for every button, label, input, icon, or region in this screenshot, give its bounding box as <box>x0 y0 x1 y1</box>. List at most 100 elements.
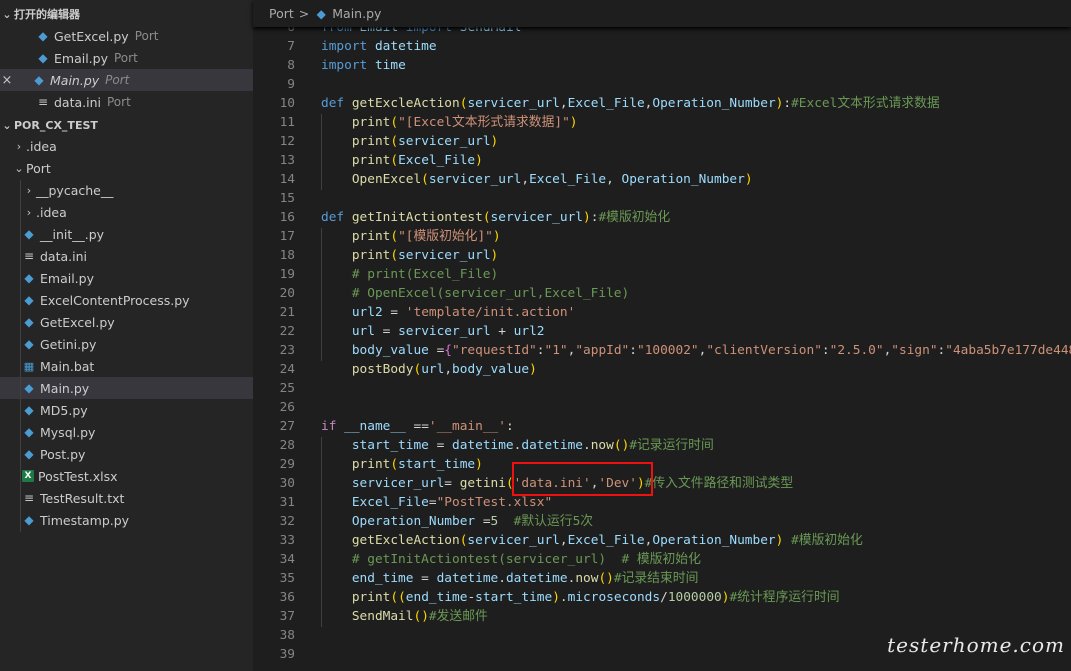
tree-item-label: Mysql.py <box>40 424 96 440</box>
indent-guide <box>321 228 322 361</box>
tree-item[interactable]: X PostTest.xlsx <box>0 465 253 487</box>
line-number: 28 <box>279 438 295 453</box>
breadcrumb: Port > ◆ Main.py <box>253 0 1071 27</box>
code-line: 25 <box>253 379 1071 398</box>
line-number: 38 <box>279 628 295 643</box>
python-file-icon: ◆ <box>34 73 44 87</box>
settings-file-icon: ≡ <box>23 249 35 263</box>
code-text: print(start_time) <box>351 457 483 472</box>
tree-item[interactable]: ◆ Timestamp.py <box>0 509 253 531</box>
tree-item[interactable]: › .idea <box>0 201 253 223</box>
line-number: 22 <box>279 324 295 339</box>
line-number: 17 <box>279 229 295 244</box>
line-number: 8 <box>287 58 295 73</box>
tree-item[interactable]: › .idea <box>0 135 253 157</box>
tree-item[interactable]: ◆ __init__.py <box>0 223 253 245</box>
line-number: 13 <box>279 153 295 168</box>
code-editor[interactable]: 6 from Email import SendMail 7 import datet… <box>253 19 1071 671</box>
open-editor-desc: Port <box>107 95 131 109</box>
tree-item-label: Post.py <box>40 446 86 462</box>
code-text: url = servicer_url + url2 <box>351 324 545 339</box>
tree-item-label: PostTest.xlsx <box>38 468 118 484</box>
chevron-right-icon: › <box>26 183 32 197</box>
tree-item[interactable]: ⌄ Port <box>0 157 253 179</box>
line-number: 11 <box>279 115 295 130</box>
line-number: 15 <box>279 191 295 206</box>
tree-item[interactable]: › __pycache__ <box>0 179 253 201</box>
code-text: print("[模版初始化]") <box>351 229 501 244</box>
tree-item-label: GetExcel.py <box>40 314 115 330</box>
code-text: def getExcleAction(servicer_url,Excel_Fi… <box>321 96 940 111</box>
tree-item-label: Email.py <box>40 270 94 286</box>
indent-guide <box>20 180 21 532</box>
open-editor-item[interactable]: × ◆ Main.py Port <box>0 69 253 91</box>
tree-item-label: ExcelContentProcess.py <box>40 292 190 308</box>
project-header[interactable]: ⌄ POR_CX_TEST <box>0 114 253 136</box>
line-number: 10 <box>279 96 295 111</box>
line-number: 30 <box>279 476 295 491</box>
open-editors-header[interactable]: ⌄ 打开的编辑器 <box>0 3 253 25</box>
python-file-icon: ◆ <box>24 227 34 241</box>
python-file-icon: ◆ <box>38 29 48 43</box>
python-file-icon: ◆ <box>38 51 48 65</box>
open-editor-item[interactable]: ◆ Email.py Port <box>0 47 253 69</box>
watermark: testerhome.com <box>887 633 1065 657</box>
tree-item[interactable]: ◆ Post.py <box>0 443 253 465</box>
tree-item[interactable]: ◆ Getini.py <box>0 333 253 355</box>
code-text: print(servicer_url) <box>351 248 499 263</box>
code-line: 26 <box>253 398 1071 417</box>
close-icon[interactable]: × <box>0 73 14 88</box>
breadcrumb-file[interactable]: Main.py <box>332 6 381 21</box>
tree-item-label: __pycache__ <box>36 182 114 198</box>
line-number: 14 <box>279 172 295 187</box>
python-file-icon: ◆ <box>24 315 34 329</box>
open-editor-desc: Port <box>105 73 130 87</box>
code-text: import time <box>321 58 406 73</box>
tree-item[interactable]: ≡ data.ini <box>0 245 253 267</box>
chevron-down-icon: ⌄ <box>2 7 12 21</box>
breadcrumb-folder[interactable]: Port <box>269 6 294 21</box>
python-file-icon: ◆ <box>24 271 34 285</box>
code-line: 32 Operation_Number =5 #默认运行5次 <box>253 512 1071 531</box>
tree-item[interactable]: ◆ GetExcel.py <box>0 311 253 333</box>
code-line: 37 SendMail()#发送邮件 <box>253 607 1071 626</box>
tree-item[interactable]: ≡ TestResult.txt <box>0 487 253 509</box>
tree-item[interactable]: ◆ Main.py <box>0 377 253 399</box>
tree-item[interactable]: ◆ Email.py <box>0 267 253 289</box>
red-annotation-box <box>512 462 653 496</box>
line-number: 7 <box>287 39 295 54</box>
batch-file-icon: ▦ <box>23 359 35 373</box>
tree-item[interactable]: ◆ ExcelContentProcess.py <box>0 289 253 311</box>
tree-item[interactable]: ▦ Main.bat <box>0 355 253 377</box>
code-line: 21 url2 = 'template/init.action' <box>253 303 1071 322</box>
excel-file-icon: X <box>22 470 34 482</box>
code-text: start_time = datetime.datetime.now()#记录运… <box>351 438 714 453</box>
chevron-down-icon: ⌄ <box>14 161 24 175</box>
code-text: body_value ={"requestId":"1","appId":"10… <box>351 343 1071 358</box>
explorer-sidebar: ⌄ 打开的编辑器 ◆ GetExcel.py Port ◆ Email.py Port × ◆… <box>0 0 253 671</box>
code-line: 17 print("[模版初始化]") <box>253 227 1071 246</box>
code-text: postBody(url,body_value) <box>351 362 537 377</box>
python-file-icon: ◆ <box>24 403 34 417</box>
code-line: 23 body_value ={"requestId":"1","appId":… <box>253 341 1071 360</box>
code-line: 36 print((end_time-start_time).microseco… <box>253 588 1071 607</box>
line-number: 32 <box>279 514 295 529</box>
code-line: 15 <box>253 189 1071 208</box>
code-line: 22 url = servicer_url + url2 <box>253 322 1071 341</box>
code-line: 28 start_time = datetime.datetime.now()#… <box>253 436 1071 455</box>
text-file-icon: ≡ <box>23 491 35 505</box>
code-text: print(servicer_url) <box>351 134 499 149</box>
code-text: Operation_Number =5 #默认运行5次 <box>351 514 594 529</box>
tree-item[interactable]: ◆ MD5.py <box>0 399 253 421</box>
open-editor-item[interactable]: ◆ GetExcel.py Port <box>0 25 253 47</box>
tree-item[interactable]: ◆ Mysql.py <box>0 421 253 443</box>
python-file-icon: ◆ <box>24 381 34 395</box>
open-editor-name: data.ini <box>54 94 101 110</box>
indent-guide <box>321 437 322 627</box>
line-number: 16 <box>279 210 295 225</box>
open-editor-item[interactable]: ≡ data.ini Port <box>0 91 253 113</box>
tree-item-label: Timestamp.py <box>40 512 130 528</box>
code-line: 16 def getInitActiontest(servicer_url):#模… <box>253 208 1071 227</box>
line-number: 9 <box>287 77 295 92</box>
code-text: SendMail()#发送邮件 <box>351 609 488 624</box>
